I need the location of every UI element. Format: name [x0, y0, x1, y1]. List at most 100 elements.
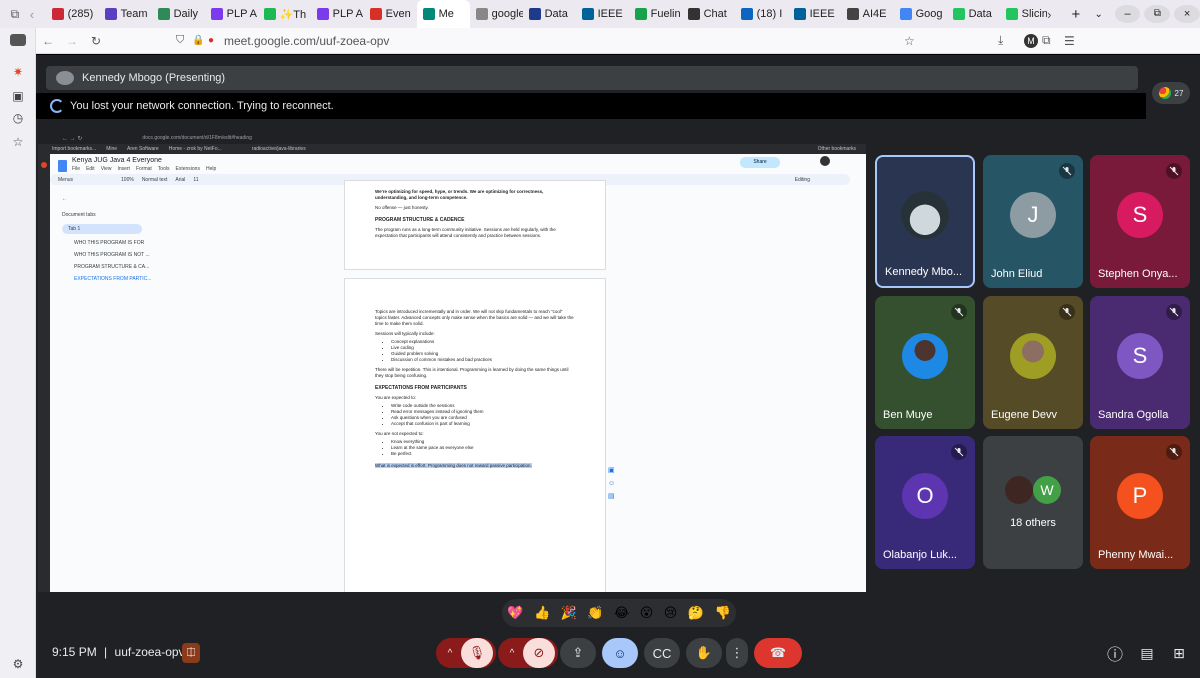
browser-tab[interactable]: (18) I: [735, 0, 788, 28]
captions-button[interactable]: CC: [644, 638, 680, 668]
suggest-edit-icon[interactable]: ▤: [608, 492, 618, 501]
leave-call-button[interactable]: ☎: [754, 638, 802, 668]
docs-menu-item[interactable]: Tools: [158, 166, 170, 172]
scroll-tabs-left-icon[interactable]: ‹: [30, 7, 46, 22]
synced-tabs-icon[interactable]: ▣: [10, 88, 26, 104]
outline-item[interactable]: PROGRAM STRUCTURE & CA...: [74, 264, 162, 270]
browser-tab[interactable]: Goog: [894, 0, 947, 28]
bookmark-star-icon[interactable]: ☆: [904, 34, 926, 48]
browser-tab[interactable]: Daily: [152, 0, 205, 28]
mic-off-icon[interactable]: 🎙: [461, 638, 493, 668]
style-select[interactable]: Normal text: [142, 177, 168, 183]
browser-tab[interactable]: Data: [947, 0, 1000, 28]
font-select[interactable]: Arial: [175, 177, 185, 183]
doc-title[interactable]: Kenya JUG Java 4 Everyone: [72, 157, 162, 164]
participants-button[interactable]: 27: [1152, 82, 1190, 104]
reaction-emoji[interactable]: 👍: [534, 605, 550, 621]
docs-menu-item[interactable]: Extensions: [175, 166, 199, 172]
reaction-emoji[interactable]: 😂: [614, 605, 629, 621]
more-options-button[interactable]: ⋮: [726, 638, 748, 668]
sidebar-toggle-icon[interactable]: [10, 34, 26, 46]
camera-off-icon[interactable]: ⊘: [523, 638, 555, 668]
editing-mode[interactable]: Editing: [795, 177, 810, 183]
browser-tab[interactable]: PLP A: [205, 0, 258, 28]
extensions-icon[interactable]: ⧉: [1042, 33, 1064, 48]
participant-tile[interactable]: J John Eliud: [983, 155, 1083, 288]
settings-icon[interactable]: ⚙: [10, 656, 26, 672]
url-field[interactable]: meet.google.com/uuf-zoea-opv: [224, 34, 904, 48]
reaction-emoji[interactable]: 😮: [640, 605, 654, 621]
reaction-emoji[interactable]: 🤔: [688, 605, 704, 621]
reload-icon[interactable]: ↻: [84, 34, 108, 48]
reaction-emoji[interactable]: 👎: [715, 605, 731, 621]
participant-tile[interactable]: Kennedy Mbo...: [875, 155, 975, 288]
meeting-details-button[interactable]: ⓘ: [1100, 638, 1130, 668]
emoji-button[interactable]: ☺: [602, 638, 638, 668]
participant-tile[interactable]: W 18 others: [983, 436, 1083, 569]
browser-tab[interactable]: AI4E: [841, 0, 894, 28]
browser-tab[interactable]: IEEE: [576, 0, 629, 28]
docs-menu-item[interactable]: Insert: [117, 166, 130, 172]
browser-tab[interactable]: Fuelin: [629, 0, 682, 28]
tracking-shield-icon[interactable]: ⛉: [176, 34, 192, 47]
tab-list-dropdown-icon[interactable]: ⌄: [1089, 9, 1109, 20]
browser-tab[interactable]: PLP A: [311, 0, 364, 28]
menu-icon[interactable]: ☰: [1064, 34, 1086, 48]
participant-tile[interactable]: O Olabanjo Luk...: [875, 436, 975, 569]
companion-icon[interactable]: ⎅: [182, 643, 200, 663]
share-button[interactable]: Share: [740, 157, 780, 168]
back-icon[interactable]: ←: [36, 34, 60, 48]
browser-tab[interactable]: ✨Th: [258, 0, 311, 28]
participant-tile[interactable]: S Stephen Onya...: [1090, 155, 1190, 288]
chat-button[interactable]: ▤: [1132, 638, 1162, 668]
browser-tab[interactable]: Team: [99, 0, 152, 28]
docs-account-avatar[interactable]: [820, 156, 830, 166]
mic-options-icon[interactable]: ^: [439, 648, 461, 659]
restore-icon[interactable]: ⧉: [1144, 5, 1171, 23]
docs-menu-item[interactable]: Help: [206, 166, 216, 172]
participant-tile[interactable]: S Sandra Ogolla: [1090, 296, 1190, 429]
outline-item[interactable]: WHO THIS PROGRAM IS FOR: [74, 240, 162, 246]
participant-tile[interactable]: Eugene Devv: [983, 296, 1083, 429]
zoom-select[interactable]: 100%: [121, 177, 134, 183]
docs-menu-item[interactable]: View: [101, 166, 112, 172]
reaction-emoji[interactable]: 💖: [507, 605, 523, 621]
new-tab-icon[interactable]: +: [1063, 6, 1089, 23]
account-icon[interactable]: M: [1020, 33, 1042, 48]
participant-tile[interactable]: Ben Muye: [875, 296, 975, 429]
browser-tab[interactable]: Me: [416, 0, 470, 28]
browser-tab[interactable]: (285): [46, 0, 99, 28]
minimize-icon[interactable]: –: [1114, 5, 1141, 23]
outline-item-active[interactable]: EXPECTATIONS FROM PARTIC...: [74, 276, 162, 282]
bookmarks-icon[interactable]: ☆: [10, 134, 26, 150]
browser-tab[interactable]: Chat: [682, 0, 735, 28]
outline-item[interactable]: WHO THIS PROGRAM IS NOT ...: [74, 252, 162, 258]
participant-tile[interactable]: P Phenny Mwai...: [1090, 436, 1190, 569]
browser-tab[interactable]: Slicin: [1000, 0, 1047, 28]
present-screen-button[interactable]: ⇪: [560, 638, 596, 668]
close-window-icon[interactable]: ×: [1174, 5, 1200, 23]
reaction-emoji[interactable]: 😢: [664, 605, 678, 621]
mic-permission-icon[interactable]: ●: [208, 35, 224, 46]
history-icon[interactable]: ◷: [10, 110, 26, 126]
docs-menu-item[interactable]: Format: [136, 166, 152, 172]
back-arrow-icon[interactable]: ←: [62, 196, 162, 202]
scroll-tabs-right-icon[interactable]: ›: [1047, 7, 1063, 22]
reaction-emoji[interactable]: 🎉: [561, 605, 577, 621]
reaction-emoji[interactable]: 👏: [587, 605, 603, 621]
raise-hand-button[interactable]: ✋: [686, 638, 722, 668]
tab-overview-icon[interactable]: ⧉: [0, 7, 30, 22]
docs-menu-item[interactable]: File: [72, 166, 80, 172]
browser-tab[interactable]: Data: [523, 0, 576, 28]
camera-options-icon[interactable]: ^: [501, 648, 523, 659]
browser-tab[interactable]: google.c: [470, 0, 523, 28]
docs-menu-item[interactable]: Edit: [86, 166, 95, 172]
add-comment-icon[interactable]: ▣: [608, 466, 618, 475]
menus-search[interactable]: Menus: [58, 177, 73, 183]
add-emoji-icon[interactable]: ☺: [608, 479, 618, 488]
forward-icon[interactable]: →: [60, 34, 84, 48]
lock-icon[interactable]: 🔒: [192, 35, 208, 46]
activities-button[interactable]: ⊞: [1164, 638, 1194, 668]
tab-1[interactable]: Tab 1: [62, 224, 142, 234]
downloads-icon[interactable]: ⤓: [998, 33, 1020, 48]
